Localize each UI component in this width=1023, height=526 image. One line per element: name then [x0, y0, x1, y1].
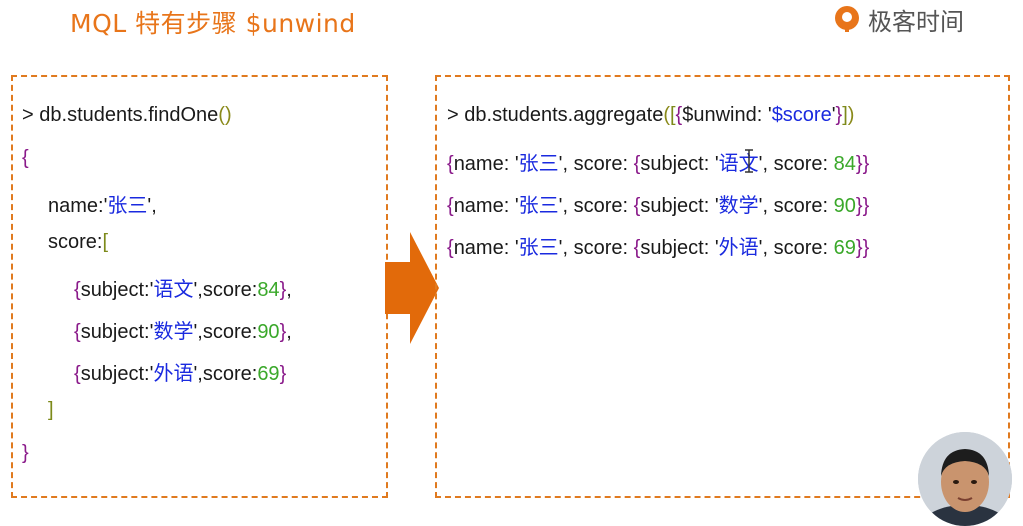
score-array-close-bracket: ] [48, 399, 54, 421]
presenter-webcam [918, 432, 1012, 526]
aggregate-panel [435, 75, 1010, 498]
result-document-line: {name: '张三', score: {subject: '数学', scor… [447, 195, 870, 217]
geektime-logo-icon [835, 6, 859, 32]
document-open-brace: { [22, 147, 29, 169]
score-item-line: {subject:'数学',score:90}, [74, 321, 292, 343]
findone-command-line: > db.students.findOne() [22, 104, 232, 126]
score-field-line: score:[ [48, 231, 109, 253]
score-item-line: {subject:'外语',score:69} [74, 363, 287, 385]
brand-name: 极客时间 [868, 7, 964, 36]
page-title: MQL 特有步骤 $unwind [70, 9, 356, 38]
score-item-line: {subject:'语文',score:84}, [74, 279, 292, 301]
right-arrow-icon [385, 232, 439, 344]
result-document-line: {name: '张三', score: {subject: '外语', scor… [447, 237, 870, 259]
text-cursor-icon [745, 149, 753, 173]
aggregate-command-line: > db.students.aggregate([{$unwind: '$sco… [447, 104, 855, 126]
brand-logo: 极客时间 [832, 2, 964, 36]
result-document-line: {name: '张三', score: {subject: '语文', scor… [447, 153, 870, 175]
name-field-line: name:'张三', [48, 195, 157, 217]
presenter-avatar-icon [918, 432, 1012, 526]
document-close-brace: } [22, 442, 29, 464]
